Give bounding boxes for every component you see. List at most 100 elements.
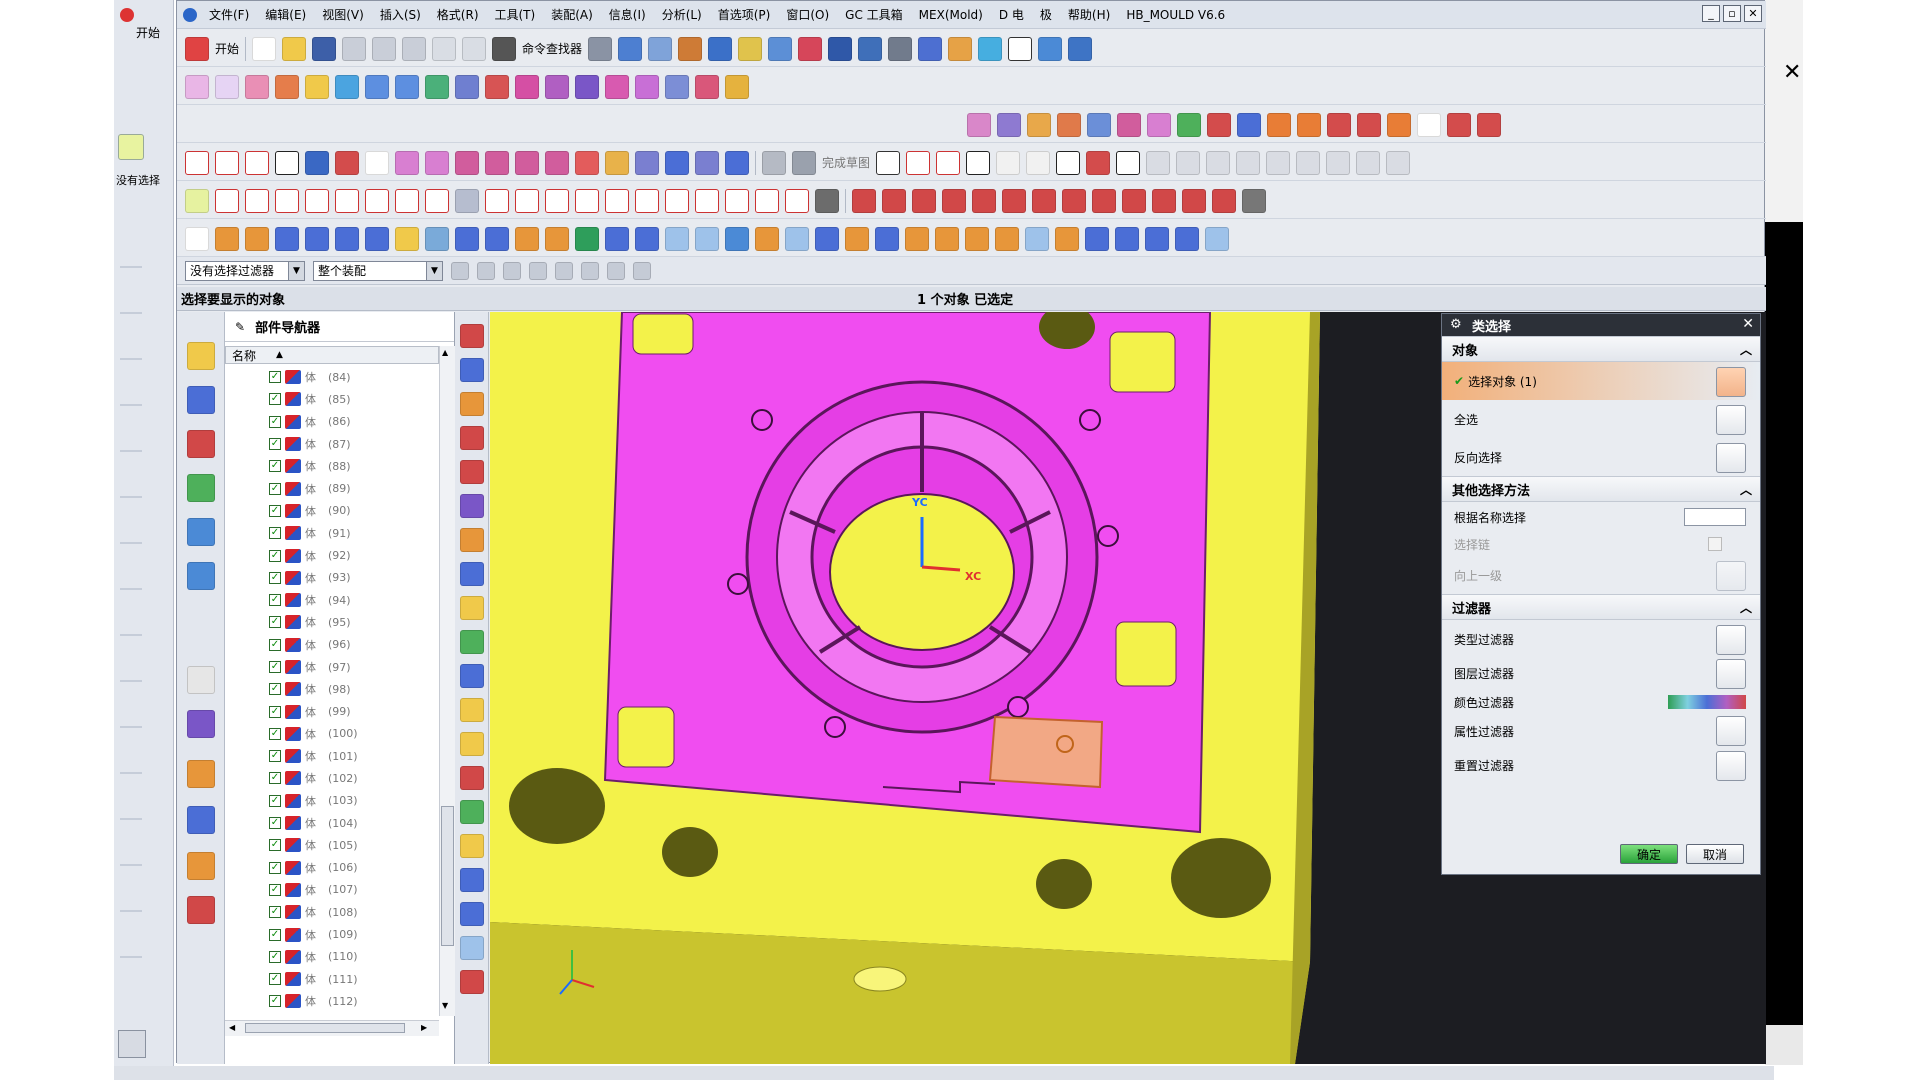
hook-icon[interactable] [485, 188, 509, 213]
visibility-checkbox[interactable]: ✓ [269, 638, 281, 651]
navigator-row[interactable]: ✓ 体 (110) [225, 946, 439, 968]
show-icon[interactable] [978, 36, 1003, 61]
select-icon[interactable] [118, 134, 144, 160]
select-object-crosshair-icon[interactable] [1716, 367, 1746, 397]
navigator-row[interactable]: ✓ 体 (95) [225, 611, 439, 633]
point-icon[interactable] [798, 36, 823, 61]
start-icon[interactable] [185, 36, 209, 61]
ok-button[interactable]: 确定 [1620, 844, 1678, 864]
navigator-row[interactable]: ✓ 体 (92) [225, 544, 439, 566]
project-icon[interactable] [665, 74, 689, 99]
snap-grid-icon[interactable] [633, 261, 651, 280]
menu-help[interactable]: 帮助(H) [1060, 6, 1118, 23]
pad-icon[interactable] [485, 226, 509, 251]
spline-icon[interactable] [1297, 112, 1321, 137]
sweep-icon[interactable] [575, 74, 599, 99]
visibility-checkbox[interactable]: ✓ [269, 504, 281, 517]
draw-arc-icon[interactable] [335, 188, 359, 213]
visibility-checkbox[interactable]: ✓ [269, 371, 281, 384]
combine-icon[interactable] [575, 150, 599, 175]
draw-angle-icon[interactable] [245, 188, 269, 213]
bridge-curve-icon[interactable] [545, 150, 569, 175]
sew-solid-icon[interactable] [1205, 226, 1229, 251]
sketch-offset-icon[interactable] [1266, 150, 1291, 175]
finish-sketch-label[interactable]: 完成草图 [822, 154, 870, 171]
undo-icon[interactable] [432, 36, 457, 61]
navigator-row[interactable]: ✓ 体 (90) [225, 500, 439, 522]
menu-mex[interactable]: MEX(Mold) [911, 8, 991, 22]
unite-icon[interactable] [575, 226, 599, 251]
visibility-checkbox[interactable]: ✓ [269, 594, 281, 607]
reuse-library-icon[interactable] [187, 474, 215, 502]
divide-icon[interactable] [1237, 112, 1261, 137]
navigator-row[interactable]: ✓ 体 (91) [225, 522, 439, 544]
vtool-6-icon[interactable] [460, 494, 484, 518]
frame-icon[interactable] [1008, 36, 1033, 61]
visibility-checkbox[interactable]: ✓ [269, 794, 281, 807]
surface-curve-icon[interactable] [605, 150, 629, 175]
mold-b-icon[interactable] [882, 188, 906, 213]
hd3d-icon[interactable] [187, 518, 215, 546]
replace-face-icon[interactable] [875, 226, 899, 251]
object-section-header[interactable]: 对象 ︿ [1442, 336, 1760, 362]
arc-icon[interactable] [215, 150, 239, 175]
mold-d-icon[interactable] [942, 188, 966, 213]
sketch-line-icon[interactable] [906, 150, 931, 175]
command-finder-button[interactable]: 命令查找器 [522, 40, 582, 57]
minimize-button[interactable]: _ [1702, 5, 1720, 22]
visibility-checkbox[interactable]: ✓ [269, 861, 281, 874]
visibility-checkbox[interactable]: ✓ [269, 571, 281, 584]
vtool-20-icon[interactable] [460, 970, 484, 994]
rotate-icon[interactable] [1068, 36, 1093, 61]
collapse-icon[interactable]: ︿ [1740, 599, 1752, 616]
dialog-close-icon[interactable]: ✕ [1742, 316, 1754, 332]
delete-face-icon[interactable] [935, 226, 959, 251]
offset-face-icon[interactable] [845, 226, 869, 251]
tool-icon[interactable] [588, 36, 613, 61]
sketch-arc-icon[interactable] [936, 150, 961, 175]
visibility-checkbox[interactable]: ✓ [269, 527, 281, 540]
roles-icon[interactable] [187, 852, 215, 880]
rect-icon[interactable] [185, 74, 209, 99]
visibility-checkbox[interactable]: ✓ [269, 906, 281, 919]
menu-format[interactable]: 格式(R) [429, 6, 487, 23]
profile-icon[interactable] [876, 150, 901, 175]
paste-icon[interactable] [402, 36, 427, 61]
circle-e-icon[interactable] [725, 188, 749, 213]
open-file-icon[interactable] [282, 36, 307, 61]
navigator-horizontal-scrollbar[interactable]: ◀ ▶ [225, 1020, 439, 1036]
sketch-mirror-icon[interactable] [1326, 150, 1351, 175]
bridge-icon[interactable] [1027, 112, 1051, 137]
corner-icon[interactable] [1357, 112, 1381, 137]
snap-tangent-icon[interactable] [607, 261, 625, 280]
polygon-icon[interactable] [305, 150, 329, 175]
block-icon[interactable] [275, 226, 299, 251]
extract-icon[interactable] [997, 112, 1021, 137]
vtool-7-icon[interactable] [460, 528, 484, 552]
sew-icon[interactable] [485, 74, 509, 99]
menu-info[interactable]: 信息(I) [601, 6, 654, 23]
visibility-checkbox[interactable]: ✓ [269, 750, 281, 763]
copy-icon[interactable] [372, 36, 397, 61]
layer-filter-row[interactable]: 图层过滤器 [1442, 658, 1760, 689]
command-finder-icon[interactable] [492, 36, 517, 61]
circle-a-icon[interactable] [605, 188, 629, 213]
navigator-row[interactable]: ✓ 体 (111) [225, 968, 439, 990]
snap-mid-icon[interactable] [503, 261, 521, 280]
vtool-11-icon[interactable] [460, 664, 484, 688]
mold-a-icon[interactable] [852, 188, 876, 213]
circle-icon[interactable] [245, 150, 269, 175]
curve-icon[interactable] [1267, 112, 1291, 137]
vtool-19-icon[interactable] [460, 936, 484, 960]
snap-icon[interactable] [738, 36, 763, 61]
new-part-icon[interactable] [185, 226, 209, 251]
mold-g-icon[interactable] [1032, 188, 1056, 213]
select-all-icon[interactable] [1716, 405, 1746, 435]
mold-n-icon[interactable] [1242, 188, 1266, 213]
reset-filter-icon[interactable] [1716, 751, 1746, 781]
circle-g-icon[interactable] [785, 188, 809, 213]
navigator-row[interactable]: ✓ 体 (88) [225, 455, 439, 477]
rib-icon[interactable] [1115, 226, 1139, 251]
finish-sketch-icon[interactable] [792, 150, 816, 175]
silhouette-icon[interactable] [635, 74, 659, 99]
